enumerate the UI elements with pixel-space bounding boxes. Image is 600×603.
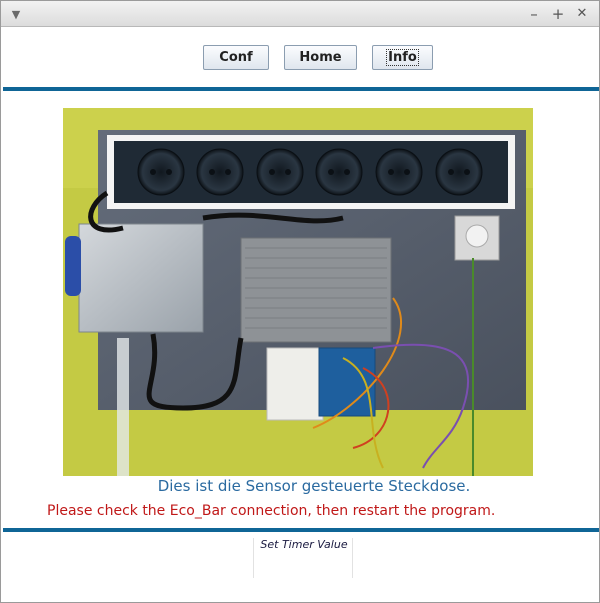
top-divider <box>3 87 599 91</box>
home-button[interactable]: Home <box>284 45 357 70</box>
device-photo <box>63 108 533 476</box>
info-button-label: Info <box>386 49 419 66</box>
conf-button-label: Conf <box>219 50 253 65</box>
conf-button[interactable]: Conf <box>203 45 269 70</box>
app-window: ▼ – + ✕ Conf Home Info Dies ist die Sens… <box>0 0 600 603</box>
photo-caption: Dies ist die Sensor gesteuerte Steckdose… <box>157 477 471 495</box>
nav-bar: Conf Home Info <box>1 45 599 71</box>
maximize-icon[interactable]: + <box>549 5 567 23</box>
bottom-divider <box>3 528 599 532</box>
home-button-label: Home <box>299 50 342 65</box>
window-menu-icon[interactable]: ▼ <box>9 8 23 22</box>
title-bar: ▼ – + ✕ <box>1 1 599 27</box>
minimize-icon[interactable]: – <box>525 5 543 23</box>
timer-panel[interactable]: Set Timer Value <box>253 538 353 578</box>
set-timer-label: Set Timer Value <box>260 538 348 551</box>
connection-error-message: Please check the Eco_Bar connection, the… <box>47 503 496 519</box>
info-button[interactable]: Info <box>372 45 433 70</box>
close-icon[interactable]: ✕ <box>573 5 591 23</box>
device-photo-illustration <box>63 108 533 476</box>
